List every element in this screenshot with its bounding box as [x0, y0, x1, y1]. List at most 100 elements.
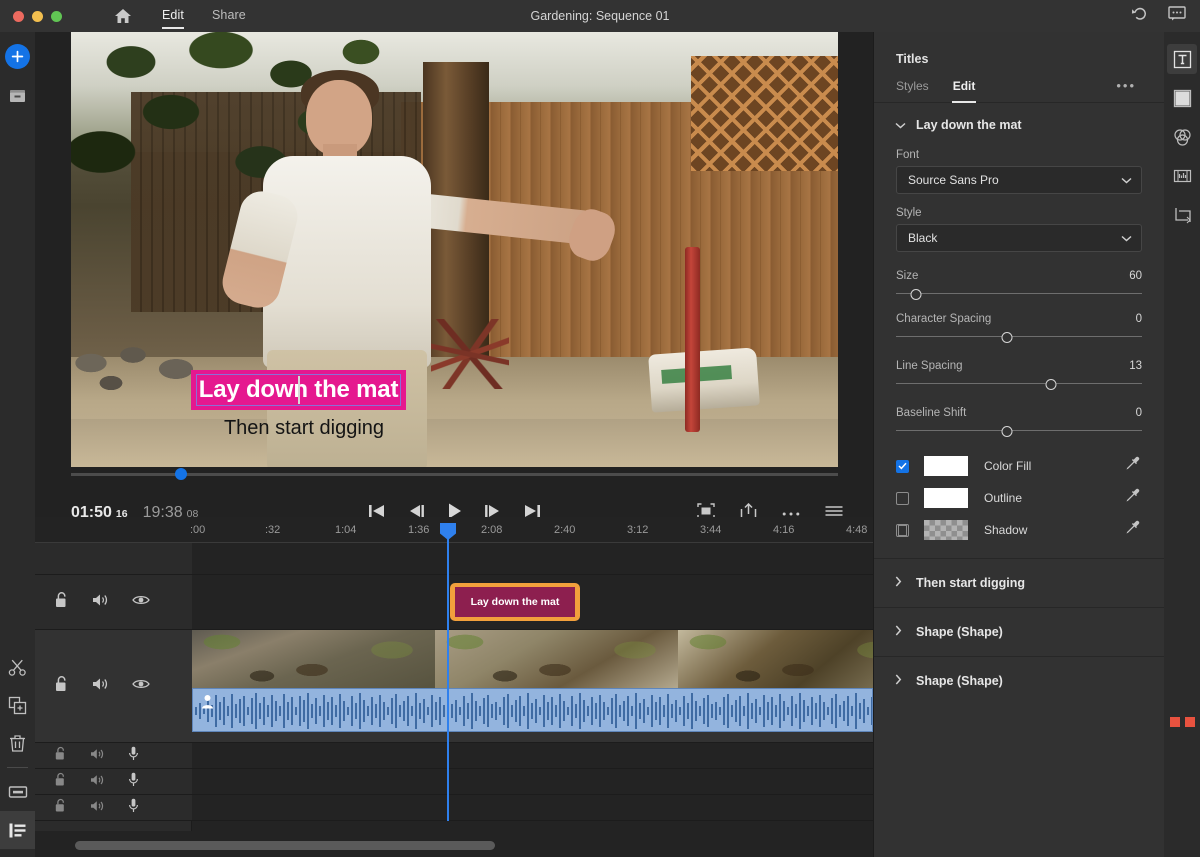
add-media-button[interactable] — [5, 44, 30, 69]
size-value[interactable]: 60 — [1129, 270, 1142, 282]
character-spacing-slider-track[interactable] — [896, 330, 1142, 343]
character-spacing-value[interactable]: 0 — [1136, 313, 1142, 325]
baseline-shift-slider-track[interactable] — [896, 424, 1142, 437]
menu-item-edit[interactable]: Edit — [162, 8, 184, 29]
baseline-shift-slider-handle[interactable] — [1001, 425, 1013, 437]
chevron-right-icon — [895, 576, 906, 590]
mic-icon[interactable] — [128, 772, 139, 792]
speaker-icon[interactable] — [90, 747, 105, 765]
accordion-lay-down-the-mat[interactable]: Lay down the mat — [874, 103, 1164, 142]
window-controls[interactable] — [13, 10, 62, 22]
unlock-icon[interactable] — [55, 591, 69, 613]
baseline-shift-value[interactable]: 0 — [1136, 407, 1142, 419]
video-clip[interactable] — [192, 630, 873, 688]
unlock-icon[interactable] — [55, 772, 67, 791]
video-preview[interactable]: Lay down the mat Then start digging — [71, 32, 838, 467]
tab-edit[interactable]: Edit — [951, 79, 977, 103]
timeline-track-video — [35, 630, 873, 743]
ruler-tick: 4:48 — [846, 524, 868, 536]
ruler-tick: :32 — [265, 524, 281, 536]
titles-panel: Titles Styles Edit ••• Lay down the mat … — [873, 32, 1164, 857]
outline-checkbox[interactable] — [896, 491, 909, 505]
timeline-playhead[interactable] — [440, 523, 456, 821]
track-video-body[interactable] — [192, 630, 873, 742]
accordion-shape-1[interactable]: Shape (Shape) — [874, 607, 1164, 656]
track-title-body[interactable]: Lay down the mat — [192, 575, 873, 629]
overlay-title-text-box[interactable]: Lay down the mat — [191, 370, 406, 410]
size-slider-handle[interactable] — [910, 288, 922, 300]
track-audio-1-body[interactable] — [192, 743, 873, 768]
layers-icon[interactable] — [0, 811, 35, 849]
track-audio-2-body[interactable] — [192, 769, 873, 794]
line-spacing-label: Line Spacing — [896, 360, 963, 372]
speaker-icon[interactable] — [92, 593, 109, 612]
scrollbar-thumb[interactable] — [75, 841, 495, 850]
crop-icon[interactable] — [0, 773, 35, 811]
title-clip-fill: Lay down the mat — [455, 587, 575, 617]
line-spacing-value[interactable]: 13 — [1129, 360, 1142, 372]
font-select[interactable]: Source Sans Pro — [896, 166, 1142, 194]
duplicate-icon[interactable] — [0, 686, 35, 724]
trash-icon[interactable] — [0, 724, 35, 762]
home-icon[interactable] — [114, 8, 132, 24]
transform-icon[interactable] — [1167, 200, 1197, 230]
eyedropper-icon[interactable] — [1125, 488, 1140, 508]
color-swatch-pair[interactable] — [1169, 717, 1195, 727]
eye-icon[interactable] — [132, 593, 150, 611]
speaker-icon[interactable] — [90, 773, 105, 791]
color-fill-swatch[interactable] — [924, 456, 968, 476]
track-audio-3-body[interactable] — [192, 795, 873, 820]
timeline-track-title: Lay down the mat — [35, 575, 873, 630]
maximize-window-button[interactable] — [51, 10, 62, 22]
effects-icon[interactable] — [1167, 161, 1197, 191]
eyedropper-icon[interactable] — [1125, 520, 1140, 540]
preview-scrub-bar[interactable] — [71, 468, 838, 480]
style-select[interactable]: Black — [896, 224, 1142, 252]
app-window: Edit Share Gardening: Sequence 01 Lay do… — [0, 0, 1200, 857]
scissors-icon[interactable] — [0, 648, 35, 686]
accordion-label: Shape (Shape) — [916, 674, 1003, 688]
preview-scrub-handle[interactable] — [175, 468, 187, 480]
accordion-label: Then start digging — [916, 576, 1026, 590]
accordion-then-start-digging[interactable]: Then start digging — [874, 558, 1164, 607]
speaker-icon[interactable] — [92, 677, 109, 696]
color-fill-checkbox[interactable] — [896, 459, 909, 473]
foreground-color-swatch[interactable] — [1169, 717, 1180, 727]
shadow-checkbox[interactable] — [896, 523, 909, 537]
unlock-icon[interactable] — [55, 675, 69, 697]
panel-overflow-icon[interactable]: ••• — [1116, 78, 1136, 93]
background-color-swatch[interactable] — [1184, 717, 1195, 727]
timeline-horizontal-scrollbar[interactable] — [75, 841, 893, 850]
ruler-header-spacer — [35, 517, 192, 543]
accordion-shape-2[interactable]: Shape (Shape) — [874, 656, 1164, 705]
shadow-swatch[interactable] — [924, 520, 968, 540]
character-spacing-slider-handle[interactable] — [1001, 331, 1013, 343]
menu-item-share[interactable]: Share — [212, 8, 246, 25]
size-slider-track[interactable] — [896, 287, 1142, 300]
titles-icon[interactable] — [1167, 44, 1197, 74]
transitions-icon[interactable] — [1167, 83, 1197, 113]
comments-icon[interactable] — [1168, 6, 1186, 26]
unlock-icon[interactable] — [55, 798, 67, 817]
track-blank-body[interactable] — [192, 543, 873, 574]
outline-swatch[interactable] — [924, 488, 968, 508]
line-spacing-slider-handle[interactable] — [1045, 378, 1057, 390]
chevron-down-icon — [1121, 231, 1132, 245]
line-spacing-slider-track[interactable] — [896, 377, 1142, 390]
tab-styles[interactable]: Styles — [896, 79, 929, 93]
eye-icon[interactable] — [132, 677, 150, 695]
close-window-button[interactable] — [13, 10, 24, 22]
mic-icon[interactable] — [128, 798, 139, 818]
title-clip[interactable]: Lay down the mat — [450, 583, 580, 621]
audio-clip[interactable] — [192, 688, 873, 732]
eyedropper-icon[interactable] — [1125, 456, 1140, 476]
minimize-window-button[interactable] — [32, 10, 43, 22]
timeline-track-audio-3 — [35, 795, 873, 821]
undo-icon[interactable] — [1131, 6, 1148, 26]
overlay-subtitle-text: Then start digging — [223, 417, 385, 439]
speaker-icon[interactable] — [90, 799, 105, 817]
mic-icon[interactable] — [128, 746, 139, 766]
color-icon[interactable] — [1167, 122, 1197, 152]
unlock-icon[interactable] — [55, 746, 67, 765]
media-browser-icon[interactable] — [0, 77, 35, 115]
